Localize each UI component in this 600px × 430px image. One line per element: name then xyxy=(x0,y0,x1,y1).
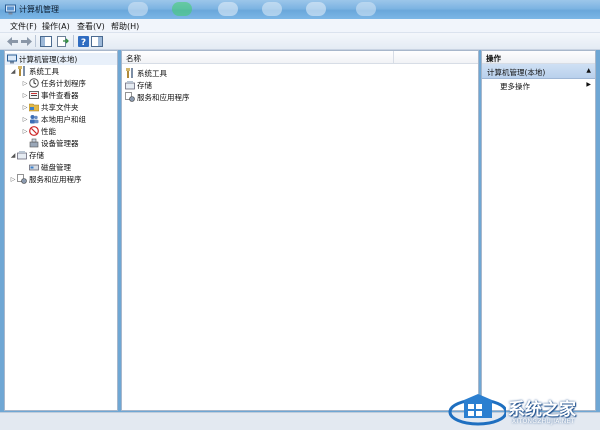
tree-item-performance[interactable]: ▷ 性能 xyxy=(21,125,56,137)
forward-button[interactable] xyxy=(19,34,33,48)
list-item[interactable]: 服务和应用程序 xyxy=(125,91,190,103)
disk-management-icon xyxy=(29,162,39,172)
actions-title: 操作 xyxy=(486,54,501,63)
expand-arrow-icon[interactable]: ▷ xyxy=(21,116,29,123)
watermark-url: XITONGZHUJIA.NET xyxy=(512,418,575,425)
computer-management-window: 计算机管理 文件(F) 操作(A) 查看(V) 帮助(H) ? 计算机管理(本地… xyxy=(0,0,600,430)
tree-item-disk-management[interactable]: 磁盘管理 xyxy=(29,161,71,173)
tree-item-local-users-groups[interactable]: ▷ 本地用户和组 xyxy=(21,113,86,125)
back-button[interactable] xyxy=(5,34,19,48)
glass-highlight xyxy=(306,2,326,16)
actions-header: 操作 xyxy=(482,51,595,64)
actions-section-computer-management[interactable]: 计算机管理(本地) ▲ xyxy=(482,64,595,79)
tree-item-shared-folders[interactable]: ▷ 共享文件夹 xyxy=(21,101,79,113)
system-tools-icon xyxy=(17,66,27,76)
column-header-label: 名称 xyxy=(126,54,141,63)
show-hide-console-tree-button[interactable] xyxy=(39,34,53,48)
expand-arrow-icon[interactable]: ▷ xyxy=(21,80,29,87)
tree-item-system-tools[interactable]: ◢ 系统工具 xyxy=(9,65,59,77)
menu-view[interactable]: 查看(V) xyxy=(77,21,105,32)
console-tree: 计算机管理(本地) ◢ 系统工具 ▷ 任务计划程序 ▷ 事件查看器 ▷ 共享文件… xyxy=(4,50,118,411)
expand-arrow-icon[interactable]: ▷ xyxy=(21,128,29,135)
event-viewer-icon xyxy=(29,90,39,100)
list-item-label: 存储 xyxy=(137,80,152,90)
glass-highlight xyxy=(262,2,282,16)
menu-file[interactable]: 文件(F) xyxy=(10,21,37,32)
show-hide-action-pane-button[interactable] xyxy=(90,34,104,48)
clock-icon xyxy=(29,78,39,88)
tree-item-task-scheduler[interactable]: ▷ 任务计划程序 xyxy=(21,77,86,89)
system-tools-icon xyxy=(125,68,135,78)
console-tree-icon xyxy=(40,35,52,47)
list-item[interactable]: 系统工具 xyxy=(125,67,167,79)
tree-item-label: 共享文件夹 xyxy=(41,102,79,112)
tree-item-label: 性能 xyxy=(41,126,56,136)
tree-item-label: 磁盘管理 xyxy=(41,162,71,172)
tree-item-storage[interactable]: ◢ 存储 xyxy=(9,149,44,161)
menu-action[interactable]: 操作(A) xyxy=(42,21,70,32)
toolbar-separator xyxy=(73,35,74,47)
tree-item-label: 存储 xyxy=(29,150,44,160)
results-pane: 名称 系统工具 存储 服务和应用程序 xyxy=(121,50,479,411)
tree-item-label: 事件查看器 xyxy=(41,90,79,100)
list-item-label: 系统工具 xyxy=(137,68,167,78)
menu-bar: 文件(F) 操作(A) 查看(V) 帮助(H) xyxy=(0,19,600,33)
computer-management-icon xyxy=(7,54,17,64)
glass-highlight xyxy=(172,2,192,16)
forward-arrow-icon xyxy=(20,36,32,46)
watermark-text: 系统之家 xyxy=(508,400,576,420)
glass-highlight xyxy=(356,2,376,16)
window-title: 计算机管理 xyxy=(19,5,59,14)
expand-arrow-icon[interactable]: ▷ xyxy=(9,176,17,183)
services-icon xyxy=(17,174,27,184)
storage-icon xyxy=(125,80,135,90)
svg-text:?: ? xyxy=(80,38,85,47)
storage-icon xyxy=(17,150,27,160)
list-item[interactable]: 存储 xyxy=(125,79,152,91)
device-manager-icon xyxy=(29,138,39,148)
tree-item-device-manager[interactable]: 设备管理器 xyxy=(29,137,79,149)
help-icon: ? xyxy=(77,35,89,47)
tree-item-label: 计算机管理(本地) xyxy=(19,54,78,64)
computer-management-icon xyxy=(5,4,16,15)
submenu-arrow-icon[interactable]: ▶ xyxy=(586,81,591,88)
users-icon xyxy=(29,114,39,124)
toolbar-separator xyxy=(35,35,36,47)
more-actions-link[interactable]: 更多操作 xyxy=(500,81,530,92)
help-button[interactable]: ? xyxy=(76,34,90,48)
export-list-icon xyxy=(57,35,69,47)
action-pane-icon xyxy=(91,35,103,47)
export-list-button[interactable] xyxy=(56,34,70,48)
actions-pane: 操作 计算机管理(本地) ▲ 更多操作 ▶ xyxy=(481,50,596,411)
expand-arrow-icon[interactable]: ▷ xyxy=(21,104,29,111)
collapse-arrow-icon[interactable]: ◢ xyxy=(9,152,17,159)
column-divider[interactable] xyxy=(393,51,394,63)
performance-icon xyxy=(29,126,39,136)
toolbar: ? xyxy=(0,33,600,50)
tree-item-services-applications[interactable]: ▷ 服务和应用程序 xyxy=(9,173,82,185)
actions-section-title: 计算机管理(本地) xyxy=(487,68,546,77)
back-arrow-icon xyxy=(6,36,18,46)
watermark-logo-icon xyxy=(448,394,506,426)
column-header-name[interactable]: 名称 xyxy=(122,51,478,64)
tree-item-label: 本地用户和组 xyxy=(41,114,86,124)
glass-highlight xyxy=(218,2,238,16)
glass-highlight xyxy=(128,2,148,16)
tree-item-event-viewer[interactable]: ▷ 事件查看器 xyxy=(21,89,79,101)
menu-help[interactable]: 帮助(H) xyxy=(111,21,139,32)
list-item-label: 服务和应用程序 xyxy=(137,92,190,102)
tree-item-label: 任务计划程序 xyxy=(41,78,86,88)
expand-arrow-icon[interactable]: ▷ xyxy=(21,92,29,99)
collapse-caret-icon[interactable]: ▲ xyxy=(586,67,591,74)
title-bar[interactable]: 计算机管理 xyxy=(0,0,600,19)
tree-item-label: 服务和应用程序 xyxy=(29,174,82,184)
services-icon xyxy=(125,92,135,102)
shared-folder-icon xyxy=(29,102,39,112)
tree-item-label: 系统工具 xyxy=(29,66,59,76)
tree-item-computer-management[interactable]: 计算机管理(本地) xyxy=(5,53,117,65)
collapse-arrow-icon[interactable]: ◢ xyxy=(9,68,17,75)
tree-item-label: 设备管理器 xyxy=(41,138,79,148)
